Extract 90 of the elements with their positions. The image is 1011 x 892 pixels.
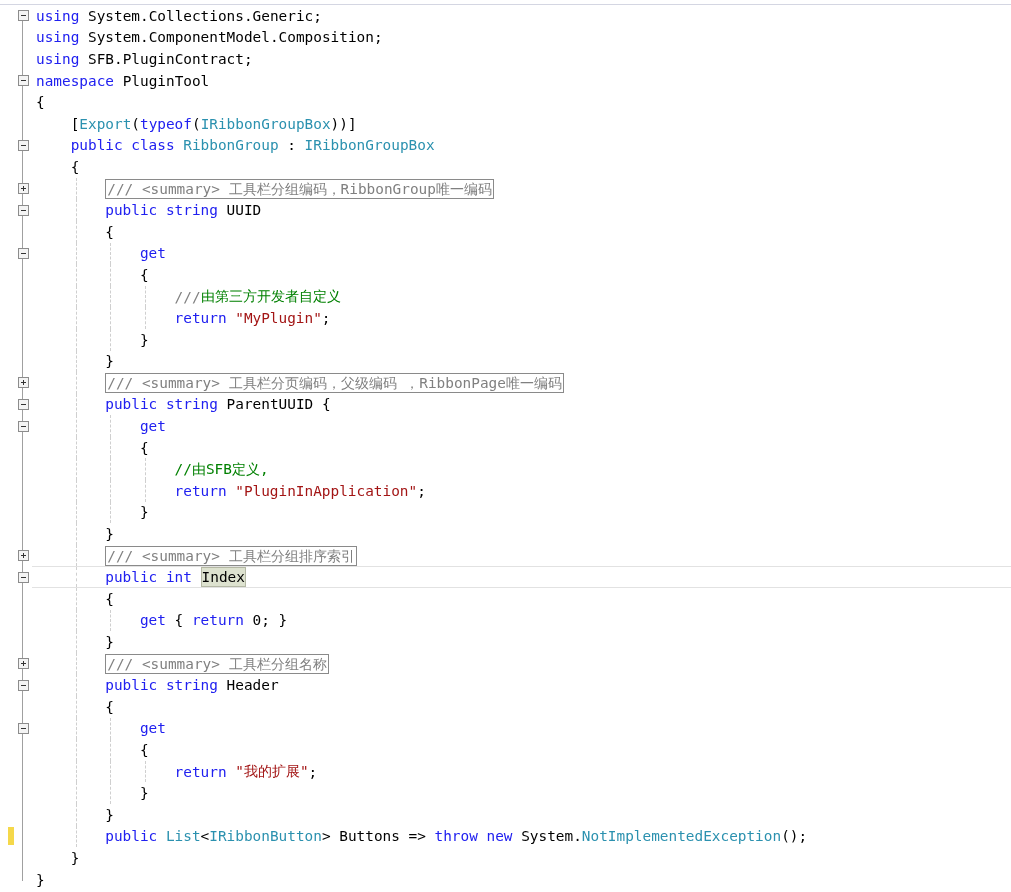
code-keyword: get <box>139 612 166 629</box>
code-keyword: public <box>105 828 159 845</box>
code-keyword: get <box>139 720 166 737</box>
code-text: { <box>139 742 149 758</box>
type-name: IRibbonGroupBox <box>304 137 435 154</box>
collapse-icon[interactable] <box>17 139 29 151</box>
code-text: UUID <box>225 202 262 219</box>
code-text: } <box>139 504 149 521</box>
code-text: 0; } <box>251 612 288 629</box>
code-keyword: namespace <box>36 72 114 89</box>
code-text: } <box>139 331 149 348</box>
code-text: System. <box>520 828 582 845</box>
collapsed-doc-comment[interactable]: /// <summary> 工具栏分组名称 <box>105 653 329 674</box>
code-keyword: using <box>36 7 80 24</box>
collapse-icon[interactable] <box>17 722 29 734</box>
collapse-icon[interactable] <box>17 75 29 87</box>
type-name: List <box>165 828 201 845</box>
type-name: IRibbonGroupBox <box>200 115 331 132</box>
collapse-icon[interactable] <box>17 679 29 691</box>
code-text: (); <box>781 828 808 845</box>
code-text: } <box>105 526 114 543</box>
code-text: ParentUUID { <box>225 396 331 413</box>
code-text: ))] <box>330 115 357 132</box>
code-keyword: public int <box>105 569 193 586</box>
code-text: { <box>36 94 45 111</box>
type-name: IRibbonButton <box>209 828 322 845</box>
code-text: } <box>36 871 45 888</box>
collapse-icon[interactable] <box>17 10 29 22</box>
code-keyword: get <box>139 418 166 435</box>
comment-marker: /// <box>174 288 201 305</box>
code-text: ( <box>191 115 201 132</box>
code-text: { <box>105 698 114 715</box>
code-text: ; <box>417 482 426 499</box>
code-text: { <box>105 223 114 240</box>
type-name: Export <box>79 115 132 132</box>
code-text: System.Collections.Generic; <box>87 7 322 24</box>
code-text: { <box>139 266 149 283</box>
highlighted-symbol: Index <box>200 567 246 588</box>
code-text: : <box>286 137 297 154</box>
expand-icon[interactable] <box>17 658 29 670</box>
code-comment: 由第三方开发者自定义 <box>200 287 341 306</box>
code-text: [ <box>70 115 80 132</box>
code-text: ( <box>131 115 140 132</box>
code-text: > Buttons => <box>321 828 427 845</box>
code-text: } <box>70 849 80 866</box>
collapse-icon[interactable] <box>17 247 29 259</box>
code-text: ; <box>321 310 331 327</box>
expand-icon[interactable] <box>17 183 29 195</box>
code-keyword: public string <box>105 202 218 219</box>
code-text: } <box>105 634 114 650</box>
collapse-icon[interactable] <box>17 571 29 583</box>
collapsed-doc-comment[interactable]: /// <summary> 工具栏分组编码，RibbonGroup唯一编码 <box>105 178 494 199</box>
collapse-icon[interactable] <box>17 204 29 216</box>
code-text: } <box>105 806 114 823</box>
collapse-icon[interactable] <box>17 399 29 410</box>
string-literal: "我的扩展" <box>235 762 309 782</box>
code-text: } <box>139 785 149 802</box>
code-text: System.ComponentModel.Composition; <box>87 29 383 46</box>
code-text: } <box>105 353 114 370</box>
code-text: ; <box>308 763 318 780</box>
code-keyword: public string <box>105 677 218 694</box>
code-keyword: return <box>174 763 228 780</box>
code-keyword: using <box>36 51 80 67</box>
code-keyword: return <box>191 612 244 629</box>
code-text: { <box>105 590 114 607</box>
type-name: RibbonGroup <box>183 137 279 154</box>
expand-icon[interactable] <box>17 550 29 562</box>
code-keyword: get <box>139 245 166 262</box>
code-keyword: throw new <box>434 828 513 845</box>
code-keyword: typeof <box>139 115 192 132</box>
collapsed-doc-comment[interactable]: /// <summary> 工具栏分页编码，父级编码 ，RibbonPage唯一编码 <box>105 372 564 393</box>
string-literal: "PluginInApplication" <box>235 482 418 499</box>
code-text: Header <box>225 677 279 694</box>
code-keyword: return <box>174 310 228 327</box>
code-keyword: using <box>36 29 80 46</box>
code-text: { <box>70 158 80 175</box>
collapsed-doc-comment[interactable]: /// <summary> 工具栏分组排序索引 <box>105 545 357 566</box>
code-text: { <box>173 612 185 629</box>
expand-icon[interactable] <box>17 377 29 389</box>
collapse-icon[interactable] <box>17 420 29 432</box>
code-comment: //由SFB定义, <box>174 459 269 479</box>
type-name: NotImplementedException <box>581 828 782 845</box>
code-text: < <box>200 828 210 845</box>
code-text: SFB.PluginContract; <box>87 51 253 67</box>
string-literal: "MyPlugin" <box>235 310 322 327</box>
code-keyword: public string <box>105 396 218 413</box>
code-keyword: return <box>174 482 228 499</box>
code-text: PluginTool <box>121 72 210 89</box>
code-keyword: public class <box>70 137 176 154</box>
code-text: { <box>139 439 149 456</box>
